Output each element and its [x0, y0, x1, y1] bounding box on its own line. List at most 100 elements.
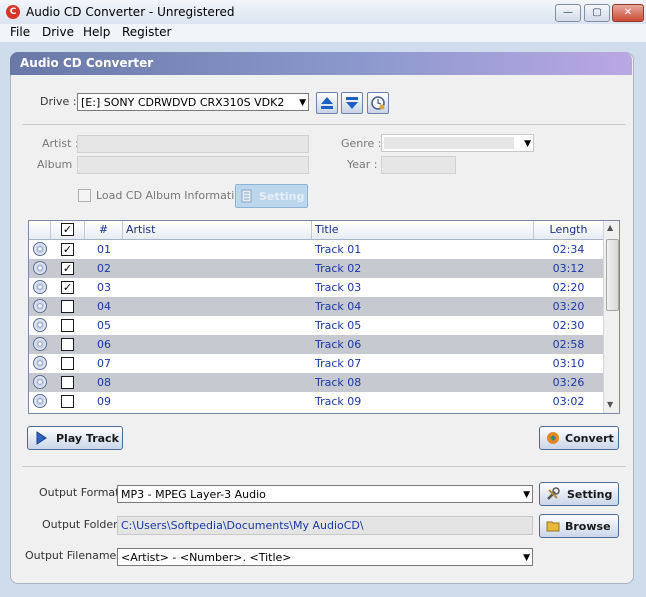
table-row[interactable]: ✓ 02 Track 02 03:12 [29, 259, 603, 278]
track-checkbox[interactable] [61, 376, 74, 389]
browse-button[interactable]: Browse [539, 514, 619, 538]
track-number: 01 [97, 243, 111, 256]
convert-icon [547, 432, 559, 444]
track-number: 09 [97, 395, 111, 408]
minimize-button[interactable]: — [555, 4, 581, 22]
load-album-label: Load CD Album Information [96, 189, 248, 202]
format-setting-button[interactable]: Setting [539, 482, 619, 506]
track-number: 08 [97, 376, 111, 389]
header-artist[interactable]: Artist [123, 221, 312, 239]
table-row[interactable]: 09 Track 09 03:02 [29, 392, 603, 411]
scroll-down-icon[interactable]: ▼ [607, 400, 613, 409]
track-checkbox[interactable]: ✓ [61, 243, 74, 256]
window-title: Audio CD Converter - Unregistered [26, 5, 235, 19]
menu-file[interactable]: File [10, 25, 30, 39]
eject-button[interactable] [316, 92, 338, 114]
track-length: 02:20 [552, 281, 585, 294]
chevron-down-icon: ▼ [524, 139, 531, 149]
track-title: Track 01 [315, 243, 362, 256]
scrollbar[interactable]: ▲ ▼ [603, 221, 619, 413]
menu-register[interactable]: Register [122, 25, 171, 39]
panel-title: Audio CD Converter [20, 56, 154, 70]
header-length[interactable]: Length [534, 221, 603, 239]
folder-icon [546, 521, 560, 532]
chevron-down-icon: ▼ [523, 553, 530, 563]
menu-bar: File Drive Help Register [0, 24, 646, 42]
genre-select[interactable]: ▼ [381, 134, 534, 152]
drive-select[interactable]: [E:] SONY CDRWDVD CRX310S VDK2 ▼ [77, 93, 309, 111]
header-check-col[interactable]: ✓ [51, 221, 85, 239]
menu-help[interactable]: Help [83, 25, 110, 39]
genre-label: Genre : [341, 137, 382, 150]
track-artist [126, 335, 312, 354]
track-title: Track 06 [315, 338, 362, 351]
track-artist [126, 240, 312, 259]
output-format-select[interactable]: MP3 - MPEG Layer-3 Audio ▼ [117, 485, 533, 503]
format-setting-label: Setting [567, 488, 613, 501]
track-artist [126, 354, 312, 373]
track-checkbox[interactable] [61, 300, 74, 313]
album-setting-button[interactable]: Setting [235, 184, 308, 208]
track-title: Track 02 [315, 262, 362, 275]
play-icon [36, 431, 47, 445]
track-list[interactable]: ✓ # Artist Title Length ✓ 01 Track 01 02:34… [28, 220, 620, 414]
track-checkbox[interactable] [61, 338, 74, 351]
year-field[interactable] [381, 156, 456, 174]
track-checkbox[interactable]: ✓ [61, 281, 74, 294]
settings-icon [241, 189, 252, 203]
output-format-label: Output Format : [39, 486, 127, 499]
cd-track-icon [33, 318, 47, 332]
track-length: 02:58 [552, 338, 585, 351]
scroll-up-icon[interactable]: ▲ [607, 223, 613, 232]
table-row[interactable]: ✓ 03 Track 03 02:20 [29, 278, 603, 297]
album-field[interactable] [77, 156, 309, 174]
table-row[interactable]: 06 Track 06 02:58 [29, 335, 603, 354]
play-track-button[interactable]: Play Track [27, 426, 123, 450]
table-row[interactable]: ✓ 01 Track 01 02:34 [29, 240, 603, 259]
header-number[interactable]: # [85, 221, 123, 239]
track-length: 03:20 [552, 300, 585, 313]
table-row[interactable]: 04 Track 04 03:20 [29, 297, 603, 316]
output-folder-field[interactable]: C:\Users\Softpedia\Documents\My AudioCD\ [117, 516, 533, 535]
track-checkbox[interactable] [61, 357, 74, 370]
year-label: Year : [347, 158, 378, 171]
artist-field[interactable] [77, 135, 309, 153]
track-length: 03:02 [552, 395, 585, 408]
select-all-checkbox[interactable]: ✓ [61, 223, 74, 236]
track-length: 03:12 [552, 262, 585, 275]
table-row[interactable]: 08 Track 08 03:26 [29, 373, 603, 392]
app-icon: C [6, 5, 20, 19]
convert-button[interactable]: Convert [539, 426, 619, 450]
genre-select-value [384, 137, 514, 149]
track-number: 05 [97, 319, 111, 332]
header-title[interactable]: Title [312, 221, 534, 239]
table-row[interactable]: 05 Track 05 02:30 [29, 316, 603, 335]
cd-track-icon [33, 394, 47, 408]
track-length: 03:26 [552, 376, 585, 389]
close-button[interactable]: ✕ [612, 4, 644, 22]
table-row[interactable]: 07 Track 07 03:10 [29, 354, 603, 373]
cd-track-icon [33, 375, 47, 389]
menu-drive[interactable]: Drive [42, 25, 74, 39]
drive-select-value: [E:] SONY CDRWDVD CRX310S VDK2 [81, 96, 285, 109]
track-checkbox[interactable] [61, 395, 74, 408]
chevron-down-icon: ▼ [523, 490, 530, 500]
album-label: Album : [37, 158, 80, 171]
track-checkbox[interactable] [61, 319, 74, 332]
refresh-drive-button[interactable] [367, 92, 389, 114]
cd-track-icon [33, 337, 47, 351]
cd-track-icon [33, 280, 47, 294]
track-checkbox[interactable]: ✓ [61, 262, 74, 275]
album-setting-label: Setting [259, 190, 305, 203]
load-album-checkbox[interactable] [78, 189, 91, 202]
load-tray-icon [346, 97, 358, 109]
tools-icon [547, 487, 560, 500]
eject-icon [321, 97, 333, 109]
scrollbar-thumb[interactable] [606, 239, 619, 311]
track-number: 03 [97, 281, 111, 294]
convert-label: Convert [565, 432, 614, 445]
track-artist [126, 259, 312, 278]
output-filenames-select[interactable]: <Artist> - <Number>. <Title> ▼ [117, 548, 533, 566]
close-tray-button[interactable] [341, 92, 363, 114]
maximize-button[interactable]: ▢ [584, 4, 610, 22]
